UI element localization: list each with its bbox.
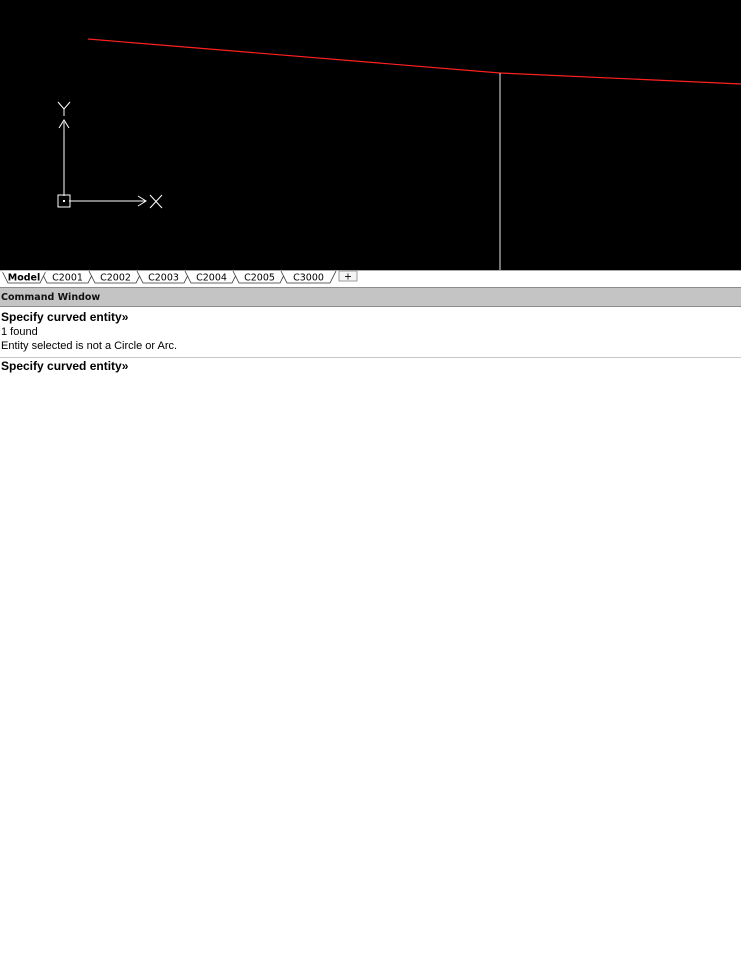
- layout-tab-model[interactable]: Model: [1, 270, 47, 284]
- layout-tab-label: C3000: [293, 273, 324, 284]
- layout-tabs: C2001 C2002 C2003 C2004 C2005 C3000 Model +: [1, 270, 358, 284]
- layout-tab-c2005[interactable]: C2005: [232, 270, 287, 284]
- ucs-x-label: [149, 194, 163, 209]
- command-window-title: Command Window: [1, 292, 101, 303]
- command-window-header[interactable]: Command Window: [0, 287, 741, 307]
- layout-tab-c2001[interactable]: C2001: [40, 270, 95, 284]
- history-line: Specify curved entity»: [1, 310, 129, 324]
- ucs-icon: [57, 101, 163, 209]
- history-line: Entity selected is not a Circle or Arc.: [1, 340, 178, 352]
- command-input-line[interactable]: Specify curved entity»: [0, 358, 741, 378]
- drawing-canvas[interactable]: [0, 0, 741, 270]
- plus-icon: +: [344, 272, 352, 283]
- layout-tab-label: C2005: [244, 273, 275, 284]
- layout-tab-c2003[interactable]: C2003: [136, 270, 191, 284]
- layout-tab-c2002[interactable]: C2002: [88, 270, 143, 284]
- layout-tab-bar: C2001 C2002 C2003 C2004 C2005 C3000 Model +: [0, 270, 741, 285]
- canvas-drawing: [57, 38, 741, 270]
- add-layout-button[interactable]: +: [338, 270, 358, 283]
- layout-tab-label: C2004: [196, 273, 227, 284]
- red-line-entity[interactable]: [87, 38, 741, 85]
- history-line: 1 found: [1, 326, 38, 338]
- layout-tab-c3000[interactable]: C3000: [280, 270, 337, 284]
- layout-tab-label: C2002: [100, 273, 131, 284]
- command-prompt: Specify curved entity»: [1, 359, 129, 373]
- layout-tab-label: Model: [8, 273, 40, 284]
- cad-application: C2001 C2002 C2003 C2004 C2005 C3000 Model + Com…: [0, 0, 741, 960]
- layout-tab-c2004[interactable]: C2004: [184, 270, 239, 284]
- ucs-y-label: [57, 101, 71, 116]
- layout-tab-label: C2001: [52, 273, 83, 284]
- layout-tab-label: C2003: [148, 273, 179, 284]
